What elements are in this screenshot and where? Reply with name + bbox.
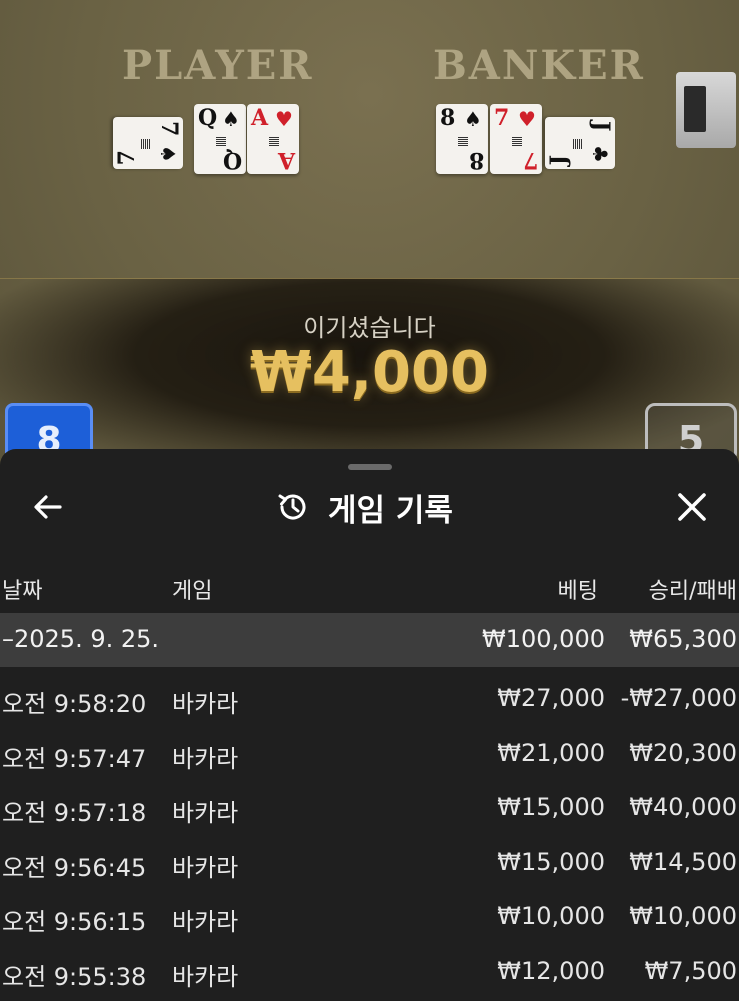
close-button[interactable] bbox=[672, 487, 712, 527]
column-header-date: 날짜 bbox=[2, 579, 43, 604]
table-row[interactable]: 오전 9:58:20 바카라 ₩27,000 -₩27,000 bbox=[0, 673, 739, 728]
banker-card-3: J ♣ J bbox=[545, 117, 615, 169]
table-row[interactable]: 오전 9:57:18 바카라 ₩15,000 ₩40,000 bbox=[0, 782, 739, 837]
banker-cards: 8 ♠ 8 7 ♥ 7 J ♣ J bbox=[436, 104, 616, 180]
row-result: ₩10,000 bbox=[629, 902, 737, 930]
row-time: 오전 9:56:45 bbox=[2, 853, 147, 882]
date-group-row[interactable]: –2025. 9. 25. ₩100,000 ₩65,300 bbox=[0, 613, 739, 667]
history-icon bbox=[278, 494, 306, 520]
row-bet: ₩12,000 bbox=[497, 956, 605, 985]
row-bet: ₩27,000 bbox=[497, 684, 605, 712]
player-cards: 7 ♠ 7 Q ♠ Q A ♥ A bbox=[113, 104, 302, 180]
table-row[interactable]: 오전 9:56:45 바카라 ₩15,000 ₩14,500 bbox=[0, 837, 739, 892]
column-header-game: 게임 bbox=[172, 579, 213, 604]
game-history-sheet: 게임 기록 날짜 게임 베팅 승리/패배 –2025. 9. 25. ₩100,… bbox=[0, 449, 739, 1001]
history-list: 오전 9:58:20 바카라 ₩27,000 -₩27,000 오전 9:57:… bbox=[0, 673, 739, 1000]
banker-card-2: 7 ♥ 7 bbox=[490, 104, 542, 174]
row-result: ₩20,300 bbox=[629, 738, 737, 767]
row-bet: ₩15,000 bbox=[497, 847, 605, 876]
close-icon bbox=[678, 493, 706, 521]
row-game: 바카라 bbox=[172, 962, 239, 991]
table-row[interactable]: 오전 9:55:38 바카라 ₩12,000 ₩7,500 bbox=[0, 946, 739, 1001]
row-game: 바카라 bbox=[172, 690, 239, 718]
row-time: 오전 9:58:20 bbox=[2, 690, 147, 718]
group-date: –2025. 9. 25. bbox=[2, 625, 160, 653]
group-bet-total: ₩100,000 bbox=[482, 625, 605, 653]
row-result: ₩14,500 bbox=[629, 847, 737, 876]
card-shoe bbox=[676, 72, 736, 148]
row-bet: ₩10,000 bbox=[497, 902, 605, 930]
arrow-left-icon bbox=[34, 495, 62, 519]
sheet-title: 게임 기록 bbox=[276, 485, 453, 529]
row-time: 오전 9:56:15 bbox=[2, 908, 147, 936]
banker-card-1: 8 ♠ 8 bbox=[436, 104, 488, 174]
table-row[interactable]: 오전 9:57:47 바카라 ₩21,000 ₩20,300 bbox=[0, 728, 739, 783]
player-card-3: A ♥ A bbox=[247, 104, 299, 174]
group-result-total: ₩65,300 bbox=[629, 625, 737, 653]
column-header-bet: 베팅 bbox=[557, 579, 598, 604]
sheet-title-text: 게임 기록 bbox=[328, 492, 453, 529]
row-time: 오전 9:57:18 bbox=[2, 799, 147, 827]
banker-label: BANKER bbox=[433, 42, 645, 89]
column-header-result: 승리/패배 bbox=[648, 579, 737, 604]
row-bet: ₩21,000 bbox=[497, 738, 605, 767]
row-game: 바카라 bbox=[172, 853, 239, 882]
row-result: -₩27,000 bbox=[620, 684, 737, 712]
player-card-1: 7 ♠ 7 bbox=[113, 117, 183, 169]
win-amount: ₩4,000 bbox=[250, 340, 489, 405]
row-game: 바카라 bbox=[172, 744, 239, 773]
row-result: ₩7,500 bbox=[644, 956, 737, 985]
game-table: PLAYER BANKER 7 ♠ 7 Q ♠ Q A ♥ A 8 ♠ 8 7 … bbox=[0, 0, 739, 470]
row-time: 오전 9:57:47 bbox=[2, 744, 147, 773]
back-button[interactable] bbox=[28, 487, 68, 527]
row-bet: ₩15,000 bbox=[497, 793, 605, 821]
table-row[interactable]: 오전 9:56:15 바카라 ₩10,000 ₩10,000 bbox=[0, 891, 739, 946]
row-game: 바카라 bbox=[172, 908, 239, 936]
win-message: 이기셨습니다 bbox=[303, 314, 436, 342]
sheet-drag-handle[interactable] bbox=[348, 464, 392, 470]
row-time: 오전 9:55:38 bbox=[2, 962, 147, 991]
player-card-2: Q ♠ Q bbox=[194, 104, 246, 174]
row-game: 바카라 bbox=[172, 799, 239, 827]
player-label: PLAYER bbox=[122, 42, 314, 89]
row-result: ₩40,000 bbox=[629, 793, 737, 821]
